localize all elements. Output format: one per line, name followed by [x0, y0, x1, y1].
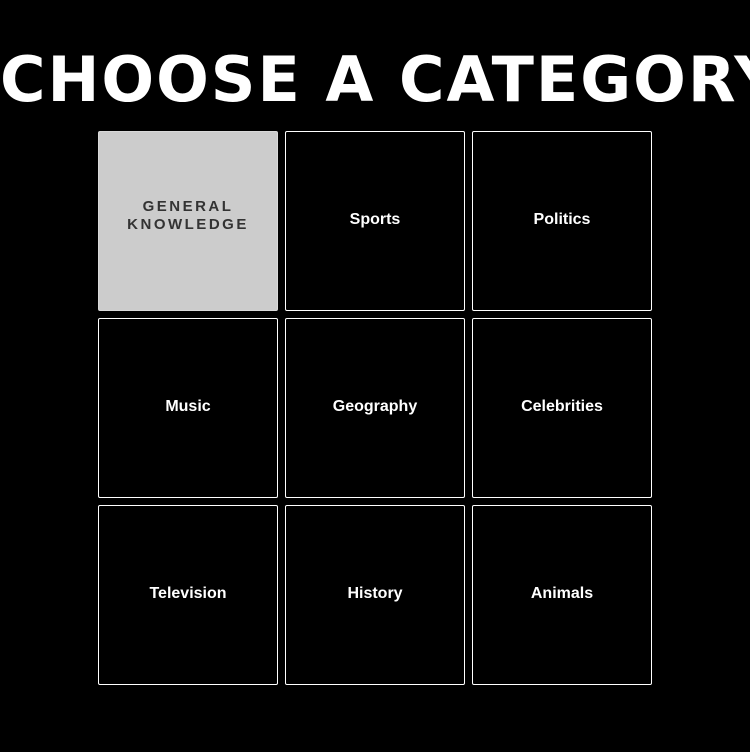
category-tile-music[interactable]: Music [98, 318, 278, 498]
category-screen: CHOOSE A CATEGORY General Knowledge Spor… [0, 0, 750, 752]
category-label: Celebrities [521, 398, 603, 415]
category-tile-celebrities[interactable]: Celebrities [472, 318, 652, 498]
category-label: Geography [332, 398, 418, 415]
page-title: CHOOSE A CATEGORY [0, 43, 750, 116]
category-label: General Knowledge [127, 198, 249, 233]
category-label: Animals [530, 585, 594, 602]
category-tile-animals[interactable]: Animals [472, 505, 652, 685]
category-label: Sports [349, 211, 401, 228]
category-label: History [347, 585, 403, 602]
category-tile-politics[interactable]: Politics [472, 131, 652, 311]
category-label: Television [149, 585, 227, 602]
category-tile-history[interactable]: History [285, 505, 465, 685]
category-grid: General Knowledge Sports Politics Music … [98, 131, 652, 685]
category-tile-general-knowledge[interactable]: General Knowledge [98, 131, 278, 311]
category-tile-sports[interactable]: Sports [285, 131, 465, 311]
category-label: Music [165, 398, 211, 415]
category-label: Politics [533, 211, 591, 228]
category-tile-geography[interactable]: Geography [285, 318, 465, 498]
category-tile-television[interactable]: Television [98, 505, 278, 685]
